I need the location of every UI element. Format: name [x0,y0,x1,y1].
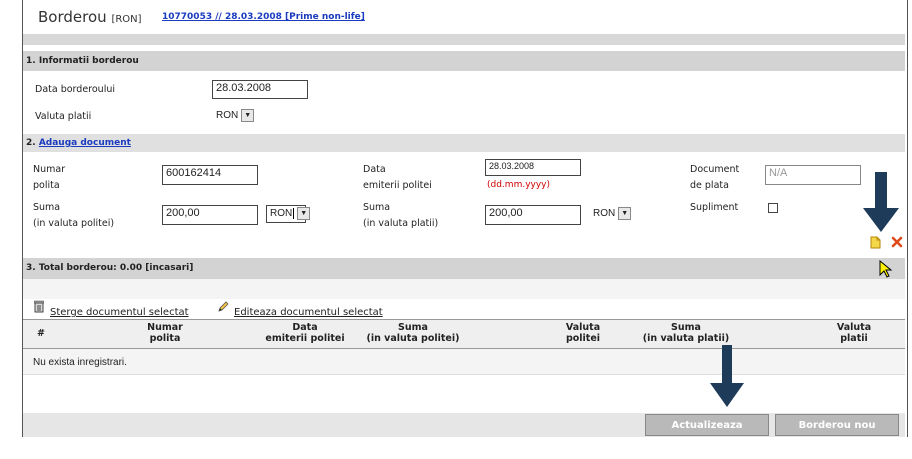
page-title: Borderou [RON] [38,8,142,26]
section-3-spacer [23,279,905,299]
col-amount-policy-line2: (in valuta politei) [366,333,460,344]
col-index[interactable]: # [37,328,45,339]
col-policy-number-line2: polita [149,333,181,344]
annotation-arrow-down-icon [710,345,744,412]
col-issue-date-line1: Data [292,322,318,333]
col-payment-currency[interactable]: Valuta platii [829,322,879,344]
issue-date-label: Data emiterii politei [363,162,432,194]
pencil-icon[interactable] [217,301,229,316]
payment-doc-label-2: de plata [690,180,729,191]
footer-bar [23,413,905,437]
cancel-icon[interactable] [891,236,903,251]
new-document-icon[interactable] [870,236,881,252]
update-borderou-button[interactable]: Actualizeaza borderou [645,414,769,453]
chevron-down-icon: ▼ [297,207,311,220]
header-strip [23,34,905,45]
amount-payment-input[interactable]: 200,00 [485,205,581,225]
amount-policy-currency-value: RON [270,208,293,220]
amount-payment-currency-value: RON [593,208,616,220]
amount-payment-label-1: Suma [363,202,391,213]
grid-body [23,349,905,375]
new-borderou-button[interactable]: Borderou nou [775,414,899,436]
date-input[interactable]: 28.03.2008 [212,80,308,99]
annotation-arrow-down-icon [863,172,899,237]
chevron-down-icon: ▼ [618,207,632,220]
chevron-down-icon: ▼ [241,109,255,122]
supplement-label: Supliment [690,202,739,213]
amount-policy-label-1: Suma [33,202,61,213]
col-policy-number[interactable]: Numar polita [133,322,197,344]
delete-selected-link[interactable]: Sterge documentul selectat [50,307,189,318]
payment-doc-label-1: Document [690,164,740,175]
policy-number-label-2: polita [33,180,60,191]
section-2-prefix: 2. [26,138,39,148]
currency-select-value: RON [216,110,239,122]
col-payment-currency-line1: Valuta [836,322,872,333]
col-issue-date[interactable]: Data emiterii politei [245,322,365,344]
amount-policy-label: Suma (in valuta politei) [33,200,114,232]
currency-select[interactable]: RON ▼ [216,109,255,122]
mouse-pointer-icon [879,259,893,281]
reference-link[interactable]: 10770053 // 28.03.2008 [Prime non-life] [162,12,365,22]
col-amount-payment-line2: (in valuta platii) [642,333,730,344]
page-title-text: Borderou [38,8,107,26]
col-index-label: # [37,328,45,339]
section-1-title: 1. Informatii borderou [26,56,139,66]
col-policy-currency[interactable]: Valuta politei [558,322,608,344]
supplement-checkbox[interactable] [768,203,778,213]
col-policy-number-line1: Numar [147,322,183,333]
date-label: Data borderoului [35,84,115,95]
col-payment-currency-line2: platii [840,333,868,344]
policy-number-label-1: Numar [33,164,66,175]
col-amount-policy[interactable]: Suma (in valuta politei) [353,322,473,344]
issue-date-label-1: Data [363,164,386,175]
date-format-hint: (dd.mm.yyyy) [487,180,551,190]
section-2-header: 2. Adauga document [23,134,905,152]
col-amount-payment[interactable]: Suma (in valuta platii) [626,322,746,344]
issue-date-input[interactable]: 28.03.2008 [485,159,581,176]
section-3-title: 3. Total borderou: 0.00 [incasari] [26,263,194,273]
amount-policy-currency-select[interactable]: RON ▼ [270,207,311,220]
col-issue-date-line2: emiterii politei [265,333,345,344]
payment-doc-input[interactable]: N/A [765,165,861,185]
col-policy-currency-line1: Valuta [565,322,601,333]
col-policy-currency-line2: politei [565,333,601,344]
section-1-header: 1. Informatii borderou [23,51,905,71]
payment-doc-label: Document de plata [690,162,739,194]
currency-label: Valuta platii [35,111,92,122]
col-amount-payment-line1: Suma [671,322,701,333]
issue-date-label-2: emiterii politei [363,180,432,191]
section-3-header: 3. Total borderou: 0.00 [incasari] [23,258,905,279]
amount-payment-label: Suma (in valuta platii) [363,200,438,232]
amount-policy-input[interactable]: 200,00 [162,205,258,225]
amount-payment-currency-select[interactable]: RON ▼ [593,207,632,220]
policy-number-input[interactable]: 600162414 [162,165,258,185]
col-amount-policy-line1: Suma [398,322,428,333]
currency-tag: [RON] [111,14,142,25]
amount-policy-label-2: (in valuta politei) [33,218,115,229]
empty-message: Nu exista inregistrari. [33,357,127,368]
grid-header: # Numar polita Data emiterii politei Sum… [23,319,905,349]
edit-selected-link[interactable]: Editeaza documentul selectat [234,307,383,318]
text-cursor [293,208,295,219]
amount-payment-label-2: (in valuta platii) [363,218,439,229]
policy-number-label: Numar polita [33,162,65,194]
trash-icon[interactable] [33,300,45,316]
add-document-link[interactable]: Adauga document [39,138,131,148]
